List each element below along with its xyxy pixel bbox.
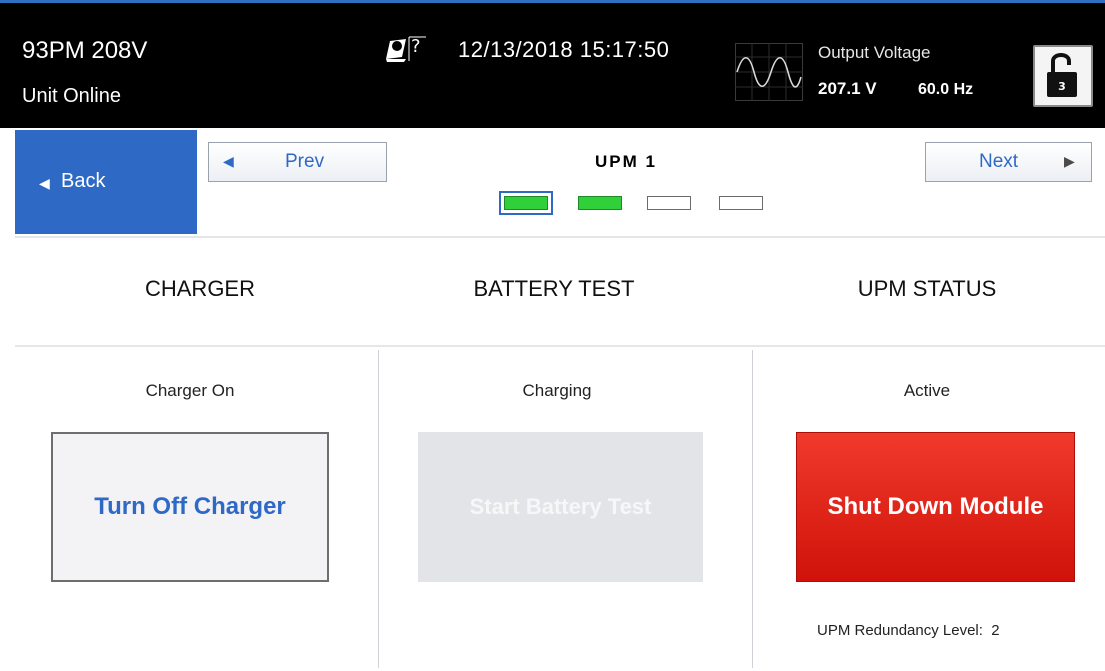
back-button[interactable]: ◀ Back [15, 130, 197, 234]
charger-header: CHARGER [144, 276, 255, 301]
prev-button[interactable]: ◀ Prev [208, 142, 387, 182]
battery-test-status: Charging [522, 381, 592, 400]
chevron-right-icon: ▶ [1064, 153, 1075, 169]
page-title: UPM 1 [595, 152, 657, 171]
output-voltage-label: Output Voltage [818, 43, 931, 62]
upm-indicator-2[interactable] [578, 196, 622, 210]
output-frequency-value: 60.0 Hz [918, 81, 974, 98]
battery-test-header: BATTERY TEST [473, 276, 635, 301]
shut-down-module-button[interactable]: Shut Down Module [796, 432, 1075, 582]
start-battery-test-button: Start Battery Test [418, 432, 703, 582]
prev-button-label: Prev [285, 151, 325, 172]
chevron-left-icon: ◀ [39, 175, 50, 191]
divider [15, 345, 1105, 347]
upm-indicator-4[interactable] [719, 196, 763, 210]
unit-model: 93PM 208V [22, 37, 148, 64]
column-divider [752, 350, 753, 668]
next-button[interactable]: Next ▶ [925, 142, 1092, 182]
svg-text:?: ? [411, 36, 421, 57]
unit-status: Unit Online [22, 85, 121, 107]
date-time: 12/13/2018 15:17:50 [458, 37, 670, 62]
upm-indicator-1[interactable] [499, 191, 553, 215]
back-button-label: Back [61, 170, 106, 192]
redundancy-value: 2 [991, 622, 1000, 639]
charger-status: Charger On [145, 381, 235, 400]
waveform-icon [735, 43, 803, 101]
output-voltage-value: 207.1 V [818, 79, 877, 98]
help-icon[interactable]: ? [384, 33, 436, 63]
unlock-icon[interactable]: 3 [1033, 45, 1093, 107]
upm-status-value: Active [903, 381, 951, 400]
upm-indicator-3[interactable] [647, 196, 691, 210]
next-button-label: Next [979, 151, 1019, 172]
column-divider [378, 350, 379, 668]
upm-redundancy-level: UPM Redundancy Level: 2 [817, 622, 1000, 639]
upm-status-header: UPM STATUS [857, 276, 997, 301]
upm-navigation: ◀ Back ◀ Prev UPM 1 Next ▶ [0, 128, 1105, 238]
redundancy-label: UPM Redundancy Level: [817, 622, 983, 639]
divider [15, 236, 1105, 238]
lock-level: 3 [1058, 80, 1066, 93]
chevron-left-icon: ◀ [223, 153, 234, 169]
turn-off-charger-button[interactable]: Turn Off Charger [51, 432, 329, 582]
status-header: 93PM 208V Unit Online ? 12/13/2018 15:17… [0, 0, 1105, 128]
